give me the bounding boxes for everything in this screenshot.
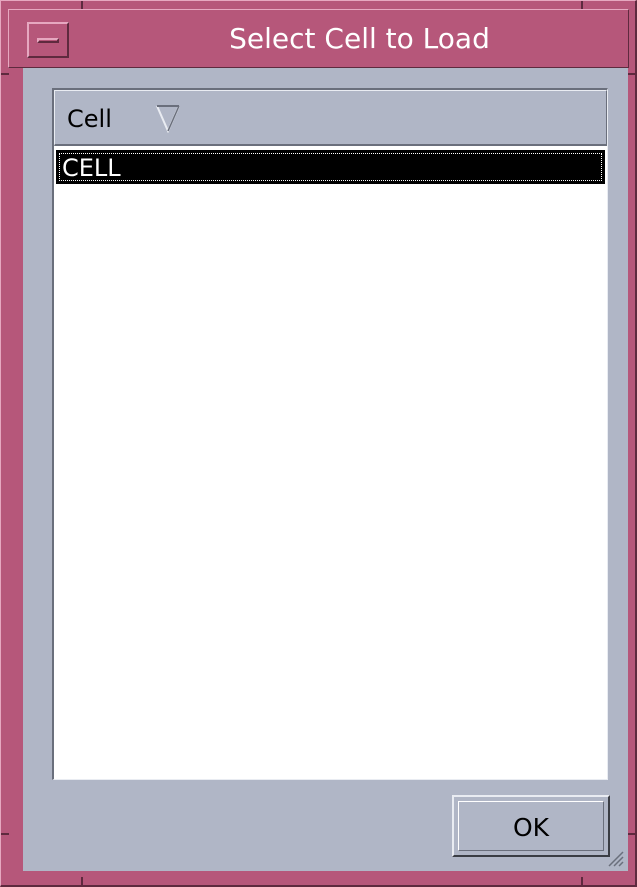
cell-list-panel: Cell CELL — [52, 88, 608, 780]
ok-button[interactable]: OK — [452, 795, 610, 857]
column-header-label: Cell — [67, 105, 112, 133]
frame-corner-mark — [81, 877, 83, 885]
frame-corner-mark — [1, 833, 9, 835]
list-item-label: CELL — [62, 154, 121, 182]
window-menu-button[interactable] — [27, 22, 69, 58]
window-menu-icon — [37, 38, 59, 43]
window-title: Select Cell to Load — [229, 22, 490, 55]
frame-corner-mark — [627, 833, 635, 835]
cell-list[interactable]: CELL — [54, 146, 607, 779]
column-header-cell[interactable]: Cell — [54, 90, 607, 146]
frame-corner-mark — [1, 73, 9, 75]
list-item-selected[interactable]: CELL — [56, 150, 605, 184]
dialog-content: Cell CELL OK — [23, 68, 628, 871]
sort-descending-icon[interactable] — [155, 103, 181, 133]
dialog-window: Select Cell to Load Cell CELL OK — [0, 0, 637, 887]
frame-corner-mark — [581, 877, 583, 885]
frame-corner-mark — [627, 73, 635, 75]
title-bar[interactable]: Select Cell to Load — [8, 9, 629, 68]
ok-button-face: OK — [458, 801, 604, 851]
ok-button-label: OK — [512, 813, 550, 842]
resize-grip-icon[interactable] — [606, 849, 624, 867]
